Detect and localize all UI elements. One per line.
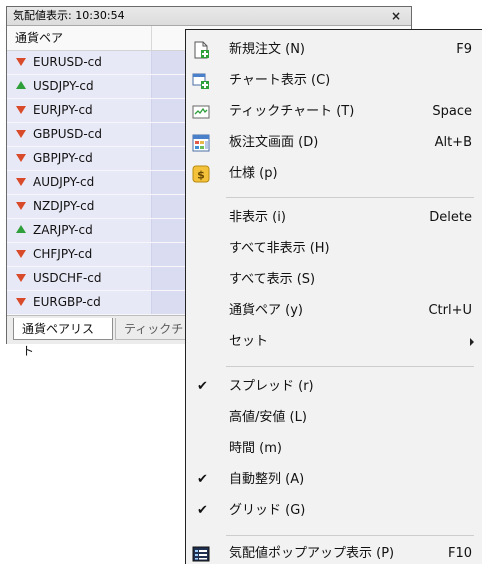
symbol-name: EURGBP-cd [33, 295, 101, 309]
menu-item-chart-window[interactable]: チャート表示 (C) [186, 66, 482, 96]
price-down-arrow-icon [16, 298, 26, 306]
symbol-name: USDCHF-cd [33, 271, 102, 285]
price-down-arrow-icon [16, 250, 26, 258]
popup-prices-icon [192, 545, 210, 563]
symbol-name: GBPJPY-cd [33, 151, 93, 165]
checkmark-icon: ✔ [197, 503, 208, 518]
menu-item-label: 時間 (m) [229, 441, 282, 456]
menu-item-popup-prices[interactable]: 気配値ポップアップ表示 (P) F10 [186, 539, 482, 569]
price-down-arrow-icon [16, 58, 26, 66]
svg-text:$: $ [197, 169, 205, 182]
menu-item-spread[interactable]: ✔ スプレッド (r) [186, 372, 482, 402]
price-up-arrow-icon [16, 225, 26, 233]
menu-item-depth-of-market[interactable]: 板注文画面 (D) Alt+B [186, 128, 482, 158]
context-menu: 新規注文 (N) F9 チャート表示 (C) ティックチャート (T) Spac… [185, 29, 482, 564]
menu-separator [226, 535, 474, 536]
menu-item-label: 仕様 (p) [229, 166, 278, 181]
menu-item-label: グリッド (G) [229, 503, 306, 518]
menu-item-label: 気配値ポップアップ表示 (P) [229, 546, 395, 561]
menu-item-label: スプレッド (r) [229, 379, 314, 394]
menu-item-shortcut: Ctrl+U [428, 303, 472, 318]
menu-item-hide-all[interactable]: すべて非表示 (H) [186, 234, 482, 264]
menu-item-label: 自動整列 (A) [229, 472, 305, 487]
close-icon[interactable]: × [389, 7, 403, 25]
price-down-arrow-icon [16, 154, 26, 162]
menu-item-sets[interactable]: セット [186, 327, 482, 357]
symbol-name: AUDJPY-cd [33, 175, 95, 189]
symbol-name: ZARJPY-cd [33, 223, 93, 237]
tab-symbol-list[interactable]: 通貨ペアリスト [13, 318, 113, 358]
symbol-name: GBPUSD-cd [33, 127, 102, 141]
submenu-arrow-icon [470, 338, 474, 346]
menu-item-symbols[interactable]: 通貨ペア (y) Ctrl+U [186, 296, 482, 326]
menu-item-grid[interactable]: ✔ グリッド (G) [186, 496, 482, 526]
checkmark-icon: ✔ [197, 379, 208, 394]
price-down-arrow-icon [16, 106, 26, 114]
menu-separator [226, 197, 474, 198]
menu-item-tick-chart[interactable]: ティックチャート (T) Space [186, 97, 482, 127]
menu-item-label: ティックチャート (T) [229, 104, 355, 119]
menu-item-show-all[interactable]: すべて表示 (S) [186, 265, 482, 295]
menu-item-shortcut: F9 [456, 42, 472, 57]
price-up-arrow-icon [16, 81, 26, 89]
specification-icon: $ [192, 165, 210, 183]
market-watch-title: 気配値表示: 10:30:54 [13, 9, 125, 22]
menu-item-label: 通貨ペア (y) [229, 303, 303, 318]
menu-item-shortcut: Alt+B [434, 135, 472, 150]
menu-separator [226, 366, 474, 367]
menu-item-label: チャート表示 (C) [229, 73, 331, 88]
price-down-arrow-icon [16, 130, 26, 138]
menu-item-new-order[interactable]: 新規注文 (N) F9 [186, 35, 482, 65]
symbol-name: EURJPY-cd [33, 103, 93, 117]
price-down-arrow-icon [16, 178, 26, 186]
symbol-name: CHFJPY-cd [33, 247, 93, 261]
symbol-name: USDJPY-cd [33, 79, 94, 93]
menu-item-hide[interactable]: 非表示 (i) Delete [186, 203, 482, 233]
price-down-arrow-icon [16, 202, 26, 210]
depth-of-market-icon [192, 134, 210, 152]
symbol-name: NZDJPY-cd [33, 199, 95, 213]
chart-window-icon [192, 72, 210, 90]
menu-item-high-low[interactable]: 高値/安値 (L) [186, 403, 482, 433]
column-header-label: 通貨ペア [15, 31, 64, 45]
menu-item-specification[interactable]: $ 仕様 (p) [186, 159, 482, 189]
price-down-arrow-icon [16, 274, 26, 282]
menu-item-shortcut: Delete [429, 210, 472, 225]
menu-item-label: すべて非表示 (H) [229, 241, 330, 256]
menu-item-label: 新規注文 (N) [229, 42, 306, 57]
menu-item-time[interactable]: 時間 (m) [186, 434, 482, 464]
market-watch-titlebar[interactable]: 気配値表示: 10:30:54 × [7, 7, 411, 26]
menu-item-shortcut: Space [432, 104, 472, 119]
menu-item-label: すべて表示 (S) [229, 272, 316, 287]
menu-item-label: 非表示 (i) [229, 210, 286, 225]
checkmark-icon: ✔ [197, 472, 208, 487]
menu-item-auto-arrange[interactable]: ✔ 自動整列 (A) [186, 465, 482, 495]
symbol-name: EURUSD-cd [33, 55, 102, 69]
new-order-icon [192, 41, 210, 59]
menu-item-shortcut: F10 [447, 546, 472, 561]
menu-item-label: 板注文画面 (D) [229, 135, 319, 150]
menu-item-label: セット [229, 334, 269, 349]
column-divider[interactable] [151, 26, 152, 50]
menu-item-label: 高値/安値 (L) [229, 410, 307, 425]
tick-chart-icon [192, 103, 210, 121]
